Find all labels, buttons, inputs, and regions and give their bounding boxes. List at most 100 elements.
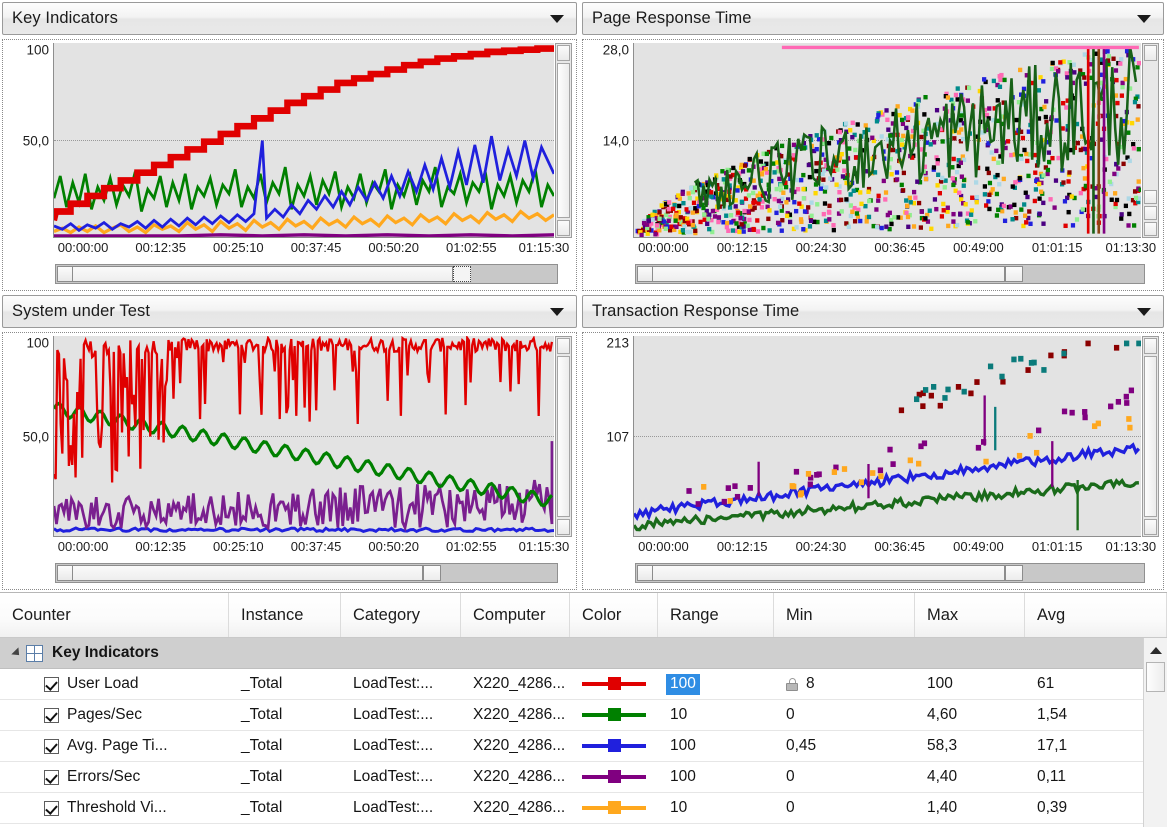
scroll-thumb[interactable] [557,356,570,517]
range-handle-right[interactable] [423,565,441,581]
scroll-up-button[interactable] [1144,338,1157,354]
counter-checkbox[interactable] [44,800,59,816]
cell-instance[interactable]: _Total [229,731,341,761]
cell-min[interactable]: 0 [774,762,915,792]
scroll-segment[interactable] [1144,206,1157,220]
table-row[interactable]: User Load _Total LoadTest:... X220_4286... 1… [0,669,1167,700]
cell-instance[interactable]: _Total [229,762,341,792]
range-remainder[interactable] [471,266,556,282]
column-header-category[interactable]: Category [341,593,461,637]
color-swatch[interactable] [582,739,646,752]
range-remainder[interactable] [441,565,556,581]
scroll-thumb[interactable] [1144,356,1157,517]
chart-range-scrollbar[interactable] [635,563,1145,583]
range-handle-left[interactable] [57,565,73,581]
chart-vertical-scrollbar[interactable] [555,336,572,537]
scroll-up-button[interactable] [1144,45,1157,61]
scroll-segment[interactable] [1144,190,1157,204]
cell-range[interactable]: 10 [658,700,774,730]
cell-max[interactable]: 58,3 [915,731,1025,761]
scroll-thumb[interactable] [557,63,570,218]
column-header-avg[interactable]: Avg [1025,593,1167,637]
panel-header-system-under-test[interactable]: System under Test [2,295,577,328]
plot-system-under-test[interactable] [53,336,554,537]
counter-checkbox[interactable] [44,769,59,785]
cell-computer[interactable]: X220_4286... [461,731,570,761]
cell-max[interactable]: 100 [915,669,1025,699]
chart-vertical-scrollbar[interactable] [555,43,572,238]
range-handle-right[interactable] [1005,565,1023,581]
panel-header-transaction-response-time[interactable]: Transaction Response Time [582,295,1164,328]
cell-instance[interactable]: _Total [229,793,341,823]
cell-min[interactable]: 0 [774,793,915,823]
range-handle-left[interactable] [637,565,653,581]
table-row[interactable]: Avg. Page Ti... _Total LoadTest:... X220_42… [0,731,1167,762]
color-swatch[interactable] [582,801,646,814]
cell-range[interactable]: 100 [658,669,774,699]
lock-icon[interactable] [786,677,798,691]
cell-color[interactable] [570,793,658,823]
group-row-key-indicators[interactable]: Key Indicators [0,638,1167,669]
chevron-down-icon[interactable] [1137,14,1151,23]
range-value[interactable]: 10 [670,799,687,817]
cell-computer[interactable]: X220_4286... [461,700,570,730]
cell-max[interactable]: 1,40 [915,793,1025,823]
scroll-up-button[interactable] [557,45,570,61]
column-header-computer[interactable]: Computer [461,593,570,637]
range-value[interactable]: 100 [670,768,696,786]
table-row[interactable]: Pages/Sec _Total LoadTest:... X220_4286... 1… [0,700,1167,731]
cell-instance[interactable]: _Total [229,669,341,699]
cell-color[interactable] [570,762,658,792]
scroll-segment[interactable] [1144,222,1157,236]
color-swatch[interactable] [582,770,646,783]
range-handle-right[interactable] [453,266,471,282]
chevron-down-icon[interactable] [550,14,564,23]
counter-checkbox[interactable] [44,707,59,723]
range-remainder[interactable] [1023,565,1143,581]
cell-max[interactable]: 4,40 [915,762,1025,792]
range-handle-left[interactable] [637,266,653,282]
cell-category[interactable]: LoadTest:... [341,700,461,730]
cell-computer[interactable]: X220_4286... [461,762,570,792]
counter-checkbox[interactable] [44,676,59,692]
plot-page-response-time[interactable] [633,43,1141,238]
column-header-color[interactable]: Color [570,593,658,637]
scroll-down-button[interactable] [1144,519,1157,535]
chart-vertical-scrollbar[interactable] [1142,336,1159,537]
chevron-down-icon[interactable] [1137,307,1151,316]
column-header-range[interactable]: Range [658,593,774,637]
table-row[interactable]: Errors/Sec _Total LoadTest:... X220_4286...… [0,762,1167,793]
grid-scroll-thumb[interactable] [1146,662,1165,692]
cell-instance[interactable]: _Total [229,700,341,730]
chart-vertical-scrollbar[interactable] [1142,43,1159,238]
cell-color[interactable] [570,700,658,730]
range-value[interactable]: 10 [670,706,687,724]
cell-max[interactable]: 4,60 [915,700,1025,730]
range-handle-right[interactable] [1005,266,1023,282]
cell-range[interactable]: 100 [658,762,774,792]
range-value[interactable]: 100 [666,673,700,695]
cell-category[interactable]: LoadTest:... [341,793,461,823]
color-swatch[interactable] [582,708,646,721]
scroll-down-button[interactable] [557,519,570,535]
table-row[interactable]: Threshold Vi... _Total LoadTest:... X220_42… [0,793,1167,824]
column-header-instance[interactable]: Instance [229,593,341,637]
range-track[interactable] [653,266,1005,282]
cell-range[interactable]: 100 [658,731,774,761]
cell-min[interactable]: 8 [774,669,915,699]
chevron-down-icon[interactable] [550,307,564,316]
range-track[interactable] [653,565,1005,581]
counter-checkbox[interactable] [44,738,59,754]
cell-color[interactable] [570,669,658,699]
scroll-up-button[interactable] [557,338,570,354]
color-swatch[interactable] [582,677,646,690]
cell-category[interactable]: LoadTest:... [341,669,461,699]
chart-range-scrollbar[interactable] [55,563,558,583]
cell-category[interactable]: LoadTest:... [341,731,461,761]
cell-min[interactable]: 0,45 [774,731,915,761]
scroll-down-button[interactable] [557,220,570,236]
column-header-max[interactable]: Max [915,593,1025,637]
chart-range-scrollbar[interactable] [635,264,1145,284]
range-track[interactable] [73,266,453,282]
range-handle-left[interactable] [57,266,73,282]
